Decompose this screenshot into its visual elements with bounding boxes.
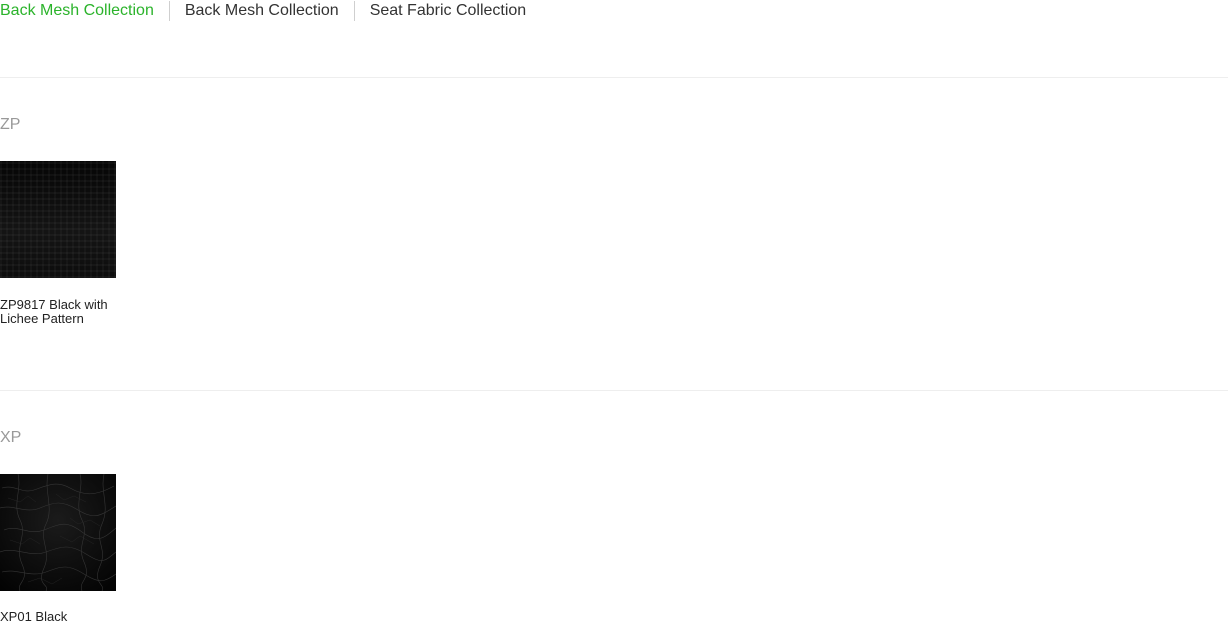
group-title-xp: XP	[0, 429, 22, 446]
item-name-xp01[interactable]: XP01 Black	[0, 610, 116, 622]
leather-texture	[0, 474, 116, 591]
collection-page: Back Mesh Collection Back Mesh Collectio…	[0, 0, 1228, 622]
collection-tabs: Back Mesh Collection Back Mesh Collectio…	[0, 0, 526, 22]
tab-seat-fabric-collection[interactable]: Seat Fabric Collection	[370, 1, 527, 21]
swatch-xp01[interactable]	[0, 474, 116, 591]
tab-back-mesh-collection-2[interactable]: Back Mesh Collection	[185, 1, 339, 21]
swatch-zp9817[interactable]	[0, 161, 116, 278]
tab-separator	[168, 1, 170, 21]
tab-back-mesh-collection-1[interactable]: Back Mesh Collection	[0, 1, 154, 21]
section-divider	[0, 77, 1228, 78]
tab-separator	[353, 1, 355, 21]
item-name-zp9817[interactable]: ZP9817 Black with Lichee Pattern	[0, 298, 116, 326]
section-divider	[0, 390, 1228, 391]
group-title-zp: ZP	[0, 116, 21, 133]
